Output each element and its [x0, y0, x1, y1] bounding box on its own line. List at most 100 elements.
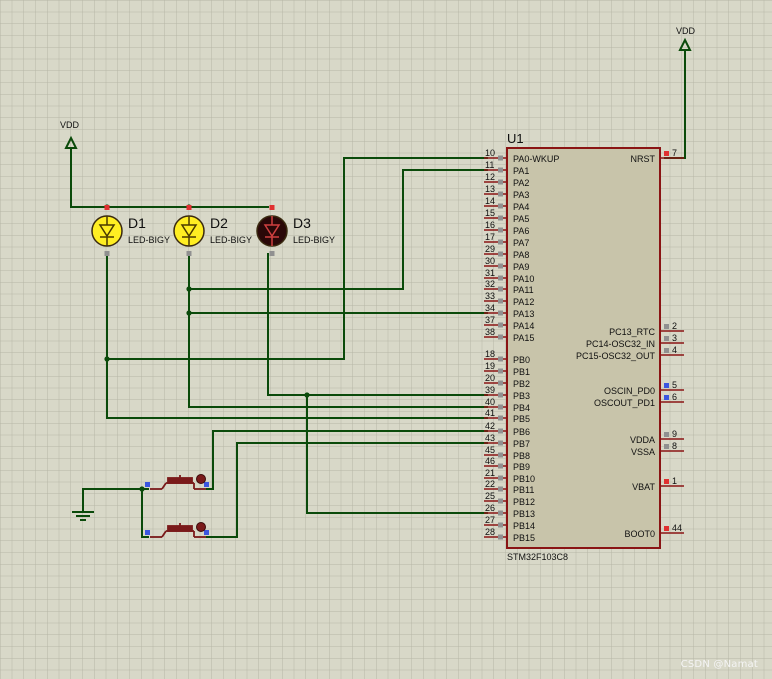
- pin-number: 44: [672, 523, 682, 533]
- pin-marker: [498, 251, 503, 257]
- pin-name: PB9: [513, 462, 530, 472]
- pin-marker: [498, 239, 503, 245]
- pin-marker: [664, 324, 669, 329]
- pin-number: 9: [672, 429, 677, 439]
- pin-marker: [104, 251, 110, 256]
- pin-name: BOOT0: [624, 529, 655, 539]
- pin-marker: [498, 452, 503, 458]
- pin-name: PA12: [513, 297, 534, 307]
- pin-name: OSCOUT_PD1: [594, 398, 655, 408]
- pin-name: PB5: [513, 414, 530, 424]
- pin-number: 28: [485, 527, 495, 537]
- pin-name: PA2: [513, 178, 529, 188]
- pin-marker: [498, 167, 503, 173]
- pin-number: 18: [485, 349, 495, 359]
- pin-name: PA1: [513, 166, 529, 176]
- junction: [139, 486, 145, 492]
- pin-number: 1: [672, 476, 677, 486]
- junction: [304, 392, 310, 398]
- pin-marker: [498, 179, 503, 185]
- pin-name: PB2: [513, 379, 530, 389]
- pin-marker: [269, 205, 275, 210]
- mcu-chip[interactable]: U1 STM32F103C8 10PA0-WKUP11PA112PA213PA3…: [484, 131, 684, 562]
- pin-number: 31: [485, 268, 495, 278]
- pin-marker: [664, 395, 669, 400]
- pin-number: 41: [485, 408, 495, 418]
- pin-name: PB15: [513, 533, 535, 543]
- pin-name: VSSA: [631, 447, 655, 457]
- pin-marker: [498, 368, 503, 374]
- junction: [104, 356, 110, 362]
- pin-marker: [664, 383, 669, 388]
- pin-number: 34: [485, 303, 495, 313]
- pin-number: 13: [485, 184, 495, 194]
- pin-marker: [498, 404, 503, 410]
- pin-name: PB8: [513, 451, 530, 461]
- pin-number: 45: [485, 445, 495, 455]
- pin-name: PA4: [513, 202, 529, 212]
- pin-marker: [498, 486, 503, 492]
- button-actuator[interactable]: [196, 522, 206, 532]
- pin-marker: [498, 463, 503, 469]
- pin-name: PB13: [513, 509, 535, 519]
- pin-name: PA3: [513, 190, 529, 200]
- pin-marker: [498, 440, 503, 446]
- pin-marker: [498, 203, 503, 209]
- pin-name: PB1: [513, 367, 530, 377]
- pin-number: 37: [485, 315, 495, 325]
- chip-ref: U1: [507, 131, 524, 146]
- pin-marker: [498, 263, 503, 269]
- pin-name: VBAT: [632, 482, 655, 492]
- pin-name: PB14: [513, 521, 535, 531]
- pin-name: PB11: [513, 485, 534, 495]
- pin-marker: [104, 205, 110, 210]
- pin-name: PA6: [513, 226, 529, 236]
- pin-number: 6: [672, 392, 677, 402]
- pin-name: PC14-OSC32_IN: [586, 339, 655, 349]
- pin-marker: [498, 475, 503, 481]
- pin-number: 12: [485, 172, 495, 182]
- pin-name: PA15: [513, 333, 534, 343]
- pin-marker: [498, 215, 503, 221]
- pin-name: PA5: [513, 214, 529, 224]
- pin-name: PA11: [513, 285, 534, 295]
- pin-marker: [498, 275, 503, 281]
- pin-number: 25: [485, 491, 495, 501]
- pin-name: PA0-WKUP: [513, 154, 559, 164]
- pin-name: PA14: [513, 321, 534, 331]
- pin-name: PA7: [513, 238, 529, 248]
- vdd-right-label: VDD: [676, 26, 696, 36]
- pin-number: 40: [485, 397, 495, 407]
- pin-name: PA13: [513, 309, 534, 319]
- pin-marker: [498, 356, 503, 362]
- pin-marker: [498, 191, 503, 197]
- pin-name: PA10: [513, 274, 534, 284]
- pin-marker: [664, 432, 669, 437]
- pin-name: VDDA: [630, 435, 655, 445]
- pin-number: 30: [485, 256, 495, 266]
- pin-number: 16: [485, 220, 495, 230]
- button-actuator[interactable]: [196, 474, 206, 484]
- pin-number: 22: [485, 479, 495, 489]
- pin-marker: [664, 151, 669, 156]
- pin-marker: [269, 251, 275, 256]
- pin-number: 42: [485, 421, 495, 431]
- pin-marker: [186, 251, 192, 256]
- chip-part: STM32F103C8: [507, 552, 568, 562]
- pin-marker: [498, 534, 503, 540]
- schematic-canvas[interactable]: VDD VDD D1 LED-BIGY D2 LED-BIGY D3 LED-BIGY U…: [0, 0, 772, 679]
- pin-name: NRST: [631, 154, 656, 164]
- vdd-left-label: VDD: [60, 120, 80, 130]
- pin-number: 20: [485, 373, 495, 383]
- pin-number: 26: [485, 503, 495, 513]
- pin-number: 2: [672, 321, 677, 331]
- pin-number: 46: [485, 456, 495, 466]
- pin-number: 33: [485, 291, 495, 301]
- pin-name: PA9: [513, 262, 529, 272]
- pin-name: OSCIN_PD0: [604, 386, 655, 396]
- pin-marker: [498, 286, 503, 292]
- pin-marker: [664, 526, 669, 531]
- pin-number: 39: [485, 385, 495, 395]
- pin-marker: [145, 482, 150, 487]
- junction: [186, 286, 192, 292]
